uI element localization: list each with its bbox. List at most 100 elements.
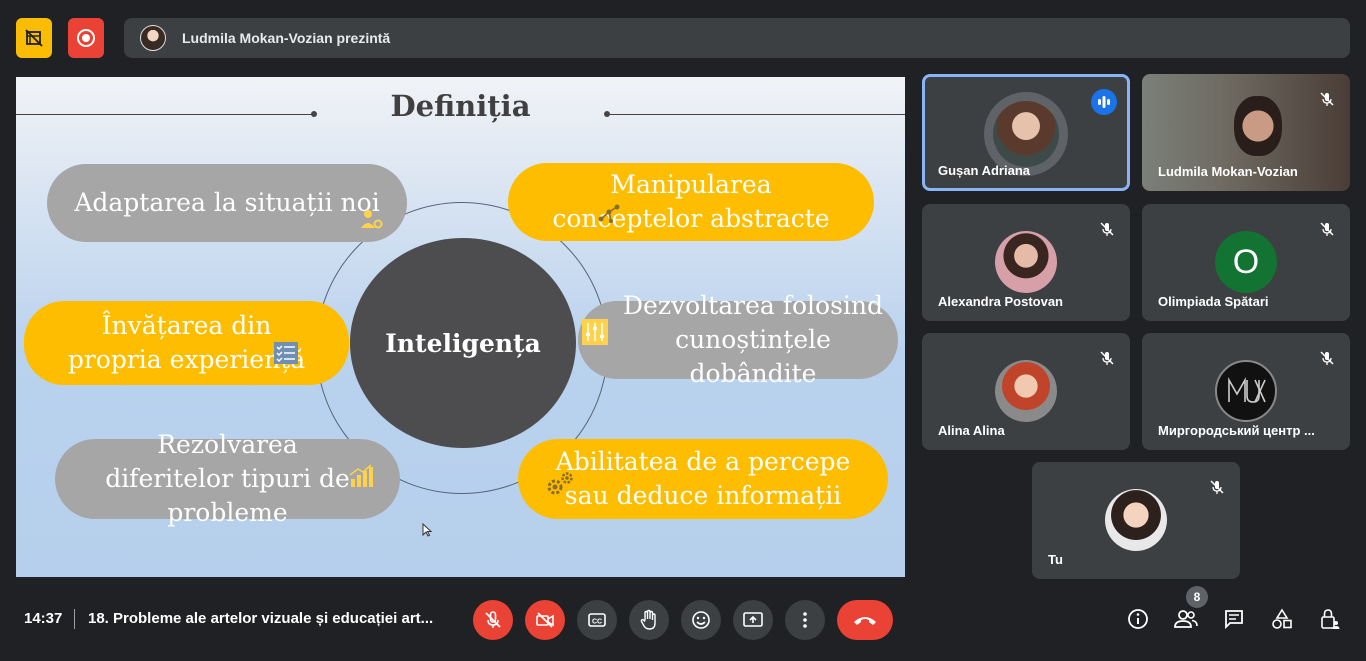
participant-name: Alexandra Postovan xyxy=(938,294,1063,309)
mic-off-icon xyxy=(1320,222,1334,236)
camera-off-icon xyxy=(536,612,554,628)
participant-tile[interactable]: O Olimpiada Spătari xyxy=(1142,204,1350,321)
video-off-icon xyxy=(25,29,43,47)
hang-up-icon xyxy=(854,617,876,625)
people-icon xyxy=(1174,610,1198,628)
participant-name: Миргородський центр ... xyxy=(1158,423,1315,438)
center-circle: Inteligența xyxy=(350,238,576,448)
concept-pill-6: Abilitatea de a percepe sau deduce infor… xyxy=(518,439,888,519)
mic-off-indicator xyxy=(1314,345,1340,371)
avatar-initial: O xyxy=(1215,231,1277,293)
raise-hand-button[interactable] xyxy=(629,600,669,640)
title-rule-right xyxy=(608,114,905,115)
clock: 14:37 xyxy=(24,610,63,627)
host-controls-button[interactable] xyxy=(1317,606,1343,632)
concept-text-2: Manipularea conceptelor abstracte xyxy=(552,170,830,233)
activities-button[interactable] xyxy=(1269,606,1295,632)
mic-off-indicator xyxy=(1314,86,1340,112)
no-captions-button[interactable] xyxy=(16,18,52,58)
shapes-icon xyxy=(1272,608,1292,629)
mic-toggle-button[interactable] xyxy=(473,600,513,640)
camera-toggle-button[interactable] xyxy=(525,600,565,640)
concept-text-6: Abilitatea de a percepe sau deduce infor… xyxy=(555,447,851,510)
mouse-cursor-icon xyxy=(422,523,432,537)
slide-title: Definiția xyxy=(390,89,531,123)
avatar xyxy=(1105,489,1167,551)
svg-text:CC: CC xyxy=(592,619,602,626)
presenter-label: Ludmila Mokan-Vozian prezintă xyxy=(182,30,391,46)
sliders-icon xyxy=(582,319,608,355)
logo-icon xyxy=(1228,376,1266,403)
bar-chart-icon xyxy=(348,463,374,499)
avatar xyxy=(995,360,1057,422)
concept-pill-3: Învățarea din propria experiență xyxy=(24,301,349,385)
mic-off-icon xyxy=(1100,222,1114,236)
gears-icon xyxy=(546,471,576,507)
lock-person-icon xyxy=(1321,609,1340,629)
mic-off-indicator xyxy=(1314,216,1340,242)
participant-name: Ludmila Mokan-Vozian xyxy=(1158,164,1298,179)
present-screen-icon xyxy=(743,612,763,627)
participant-tile[interactable]: Ludmila Mokan-Vozian xyxy=(1142,74,1350,191)
participant-tile[interactable]: Gușan Adriana xyxy=(922,74,1130,191)
present-now-button[interactable] xyxy=(733,600,773,640)
participant-tile[interactable]: Alexandra Postovan xyxy=(922,204,1130,321)
mic-off-indicator xyxy=(1094,216,1120,242)
participant-name: Gușan Adriana xyxy=(938,163,1030,178)
avatar xyxy=(993,101,1059,167)
participant-name: Alina Alina xyxy=(938,423,1005,438)
concept-text-4: Dezvoltarea folosind cunoștințele dobând… xyxy=(622,291,883,388)
concept-text-1: Adaptarea la situații noi xyxy=(74,188,380,217)
presenter-avatar xyxy=(140,25,166,51)
participant-name: Olimpiada Spătari xyxy=(1158,294,1269,309)
participant-count-badge: 8 xyxy=(1186,586,1208,608)
captions-button[interactable]: CC xyxy=(577,600,617,640)
info-icon xyxy=(1128,609,1148,629)
bottom-bar: 14:37 18. Probleme ale artelor vizuale ș… xyxy=(0,586,1366,661)
mic-off-icon xyxy=(1210,480,1224,494)
participant-tile[interactable]: Alina Alina xyxy=(922,333,1130,450)
recording-button[interactable] xyxy=(68,18,104,58)
title-rule-left xyxy=(16,114,312,115)
record-icon xyxy=(77,29,95,47)
nodes-icon xyxy=(596,199,622,235)
leave-call-button[interactable] xyxy=(837,600,893,640)
emoji-icon xyxy=(692,611,710,629)
concept-pill-1: Adaptarea la situații noi xyxy=(47,164,407,242)
meeting-title: 18. Probleme ale artelor vizuale și educ… xyxy=(88,610,434,627)
participant-tile[interactable]: Миргородський центр ... xyxy=(1142,333,1350,450)
concept-pill-5: Rezolvarea diferitelor tipuri de problem… xyxy=(55,430,400,527)
user-gear-icon xyxy=(359,206,383,240)
divider xyxy=(74,609,75,629)
more-options-button[interactable] xyxy=(785,600,825,640)
presentation-slide: Definiția Inteligența Adaptarea la situa… xyxy=(16,77,905,577)
checklist-icon xyxy=(273,341,299,375)
avatar xyxy=(1215,360,1277,422)
concept-text-5: Rezolvarea diferitelor tipuri de problem… xyxy=(105,430,350,527)
speaking-indicator xyxy=(1091,89,1117,115)
self-tile[interactable]: Tu xyxy=(1032,462,1240,579)
concept-pill-2: Manipularea conceptelor abstracte xyxy=(508,163,874,241)
mic-off-icon xyxy=(1320,92,1334,106)
mic-off-icon xyxy=(485,611,501,628)
concept-pill-4: Dezvoltarea folosind cunoștințele dobând… xyxy=(578,291,898,388)
chat-button[interactable] xyxy=(1221,606,1247,632)
mic-off-indicator xyxy=(1204,474,1230,500)
hand-icon xyxy=(640,609,656,630)
mic-off-icon xyxy=(1320,351,1334,365)
mic-off-indicator xyxy=(1094,345,1120,371)
more-vert-icon xyxy=(803,612,807,628)
mic-off-icon xyxy=(1100,351,1114,365)
top-bar: Ludmila Mokan-Vozian prezintă xyxy=(0,0,1366,76)
title-rule-dot-left xyxy=(311,111,317,117)
meeting-details-button[interactable] xyxy=(1125,606,1151,632)
chat-icon xyxy=(1225,610,1243,630)
audio-level-icon xyxy=(1098,96,1110,108)
people-button[interactable] xyxy=(1173,606,1199,632)
participant-name: Tu xyxy=(1048,552,1063,567)
video-feed xyxy=(1234,96,1282,156)
presenting-banner: Ludmila Mokan-Vozian prezintă xyxy=(124,18,1350,58)
avatar xyxy=(995,231,1057,293)
reactions-button[interactable] xyxy=(681,600,721,640)
captions-icon: CC xyxy=(588,613,606,627)
